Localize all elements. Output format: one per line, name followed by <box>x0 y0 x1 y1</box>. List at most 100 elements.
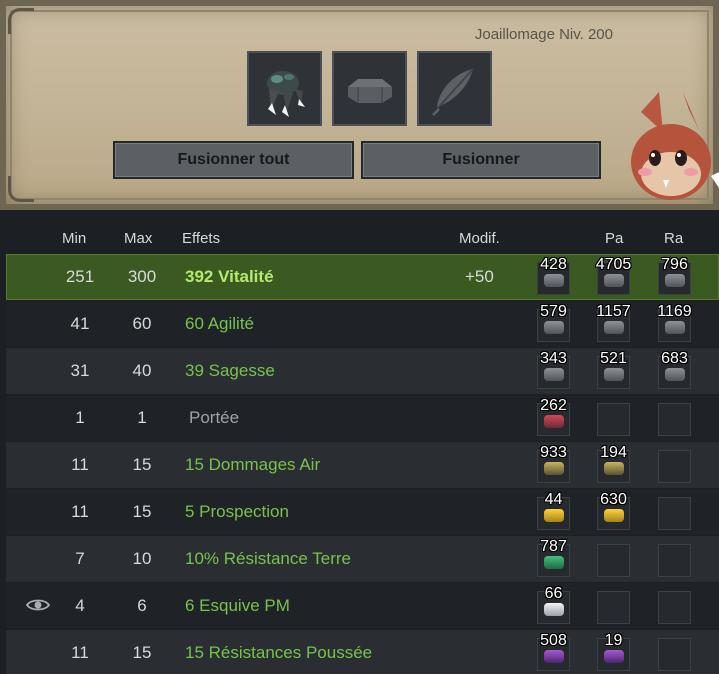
effect-label: 15 Dommages Air <box>185 455 321 474</box>
rune-slot-ra[interactable] <box>658 497 691 530</box>
rune-gem-icon <box>544 462 564 475</box>
rune-slot-ba[interactable]: 66 <box>537 585 570 624</box>
rune-gem-icon <box>604 321 624 334</box>
rune-count: 428 <box>540 256 567 273</box>
max-value: 300 <box>127 267 157 286</box>
min-value: 11 <box>71 643 89 662</box>
rune-gem-icon <box>604 462 624 475</box>
min-value: 4 <box>75 596 85 615</box>
rune-count: 44 <box>544 491 563 508</box>
rune-count: 66 <box>544 585 563 602</box>
rune-slot-ra[interactable] <box>658 638 691 671</box>
max-value: 15 <box>132 502 152 521</box>
table-row[interactable]: 4 6 6 Esquive PM 66 <box>6 583 719 629</box>
rune-gem-icon <box>665 274 685 287</box>
rune-slot-ra[interactable]: 796 <box>658 256 691 295</box>
rune-slot-ba[interactable]: 508 <box>537 632 570 671</box>
max-value: 6 <box>137 596 147 615</box>
rune-gem-icon <box>604 274 624 287</box>
header-min: Min <box>62 230 87 247</box>
header-effects: Effets <box>182 230 221 247</box>
rune-slot-pa[interactable]: 4705 <box>596 256 631 295</box>
table-row[interactable]: 41 60 60 Agilité 579 1157 1169 <box>6 301 719 347</box>
rune-slot-ba[interactable]: 343 <box>537 350 570 389</box>
header-pa: Pa <box>605 230 624 247</box>
min-value: 11 <box>71 502 89 521</box>
rune-slot[interactable] <box>332 51 407 126</box>
rune-gem-icon <box>544 650 564 663</box>
header-ra: Ra <box>664 230 684 247</box>
table-row[interactable]: 31 40 39 Sagesse 343 521 683 <box>6 348 719 394</box>
rune-gem-icon <box>665 321 685 334</box>
table-row[interactable]: 11 15 15 Dommages Air 933 194 <box>6 442 719 488</box>
effect-label: 15 Résistances Poussée <box>185 643 373 662</box>
rune-count: 194 <box>600 444 627 461</box>
rune-gem-icon <box>544 603 564 616</box>
ingredient-slots <box>247 51 492 126</box>
merge-all-button[interactable]: Fusionner tout <box>113 141 354 179</box>
table-row[interactable]: 1 1 Portée 262 <box>6 395 719 441</box>
table-row[interactable]: 7 10 10% Résistance Terre 787 <box>6 536 719 582</box>
rune-slot-pa[interactable]: 19 <box>597 632 630 671</box>
max-value: 60 <box>132 314 152 333</box>
rune-slot-pa[interactable]: 521 <box>597 350 630 389</box>
rune-slot-ra[interactable]: 1169 <box>657 303 692 342</box>
max-value: 15 <box>132 455 152 474</box>
rune-gem-icon <box>544 368 564 381</box>
rune-slot-ba[interactable]: 262 <box>537 397 570 436</box>
rune-slot-pa[interactable]: 630 <box>597 491 630 530</box>
max-value: 15 <box>132 643 152 662</box>
max-value: 1 <box>137 408 147 427</box>
header-modif: Modif. <box>459 230 500 247</box>
rune-slot-pa[interactable]: 1157 <box>596 303 631 342</box>
rune-count: 787 <box>540 538 567 555</box>
rune-slot-ba[interactable]: 579 <box>537 303 570 342</box>
rune-count: 262 <box>540 397 567 414</box>
rune-slot-ba[interactable]: 787 <box>537 538 570 577</box>
eye-icon[interactable] <box>26 597 50 613</box>
potion-slot[interactable] <box>417 51 492 126</box>
table-row[interactable]: 11 15 15 Résistances Poussée 508 19 <box>6 630 719 674</box>
rune-slot-ra[interactable] <box>658 544 691 577</box>
min-value: 11 <box>71 455 89 474</box>
ingredient-claws-icon <box>266 70 305 117</box>
rune-slot-ra[interactable] <box>658 450 691 483</box>
rune-gem-icon <box>544 274 564 287</box>
job-level-title: Joaillomage Niv. 200 <box>474 26 613 43</box>
rune-slot-pa[interactable] <box>597 403 630 436</box>
rune-gem-icon <box>544 556 564 569</box>
rune-gem-icon <box>604 650 624 663</box>
rune-gem-icon <box>604 368 624 381</box>
rune-slot-pa[interactable]: 194 <box>597 444 630 483</box>
rune-count: 4705 <box>595 256 632 273</box>
feather-icon <box>431 67 474 116</box>
rune-slot-ba[interactable]: 428 <box>537 256 570 295</box>
rune-slot-pa[interactable] <box>597 591 630 624</box>
item-slot[interactable] <box>247 51 322 126</box>
merge-button[interactable]: Fusionner <box>361 141 601 179</box>
rune-gem-icon <box>665 368 685 381</box>
header-max: Max <box>124 230 153 247</box>
rune-gem-icon <box>544 415 564 428</box>
frame-corner-ornament <box>8 176 34 202</box>
rune-slot-ba[interactable]: 933 <box>537 444 570 483</box>
table-row[interactable]: 251 300 392 Vitalité +50 428 4705 796 <box>6 254 719 300</box>
max-value: 10 <box>132 549 152 568</box>
rune-count: 19 <box>604 632 623 649</box>
table-row[interactable]: 11 15 5 Prospection 44 630 <box>6 489 719 535</box>
rune-slot-ba[interactable]: 44 <box>537 491 570 530</box>
min-value: 31 <box>70 361 90 380</box>
mascot-creature-icon <box>631 92 719 200</box>
rune-count: 1157 <box>596 303 631 320</box>
max-value: 40 <box>132 361 152 380</box>
rune-gem-icon <box>544 321 564 334</box>
rune-slot-ra[interactable]: 683 <box>658 350 691 389</box>
rune-gem-icon <box>544 509 564 522</box>
effect-label: 6 Esquive PM <box>185 596 290 615</box>
rune-table: Min Max Effets Modif. Pa Ra 251 300 392 … <box>0 210 719 674</box>
rune-count: 508 <box>540 632 567 649</box>
rune-slot-ra[interactable] <box>658 591 691 624</box>
rune-slot-pa[interactable] <box>597 544 630 577</box>
rune-slot-ra[interactable] <box>658 403 691 436</box>
rune-count: 579 <box>540 303 567 320</box>
